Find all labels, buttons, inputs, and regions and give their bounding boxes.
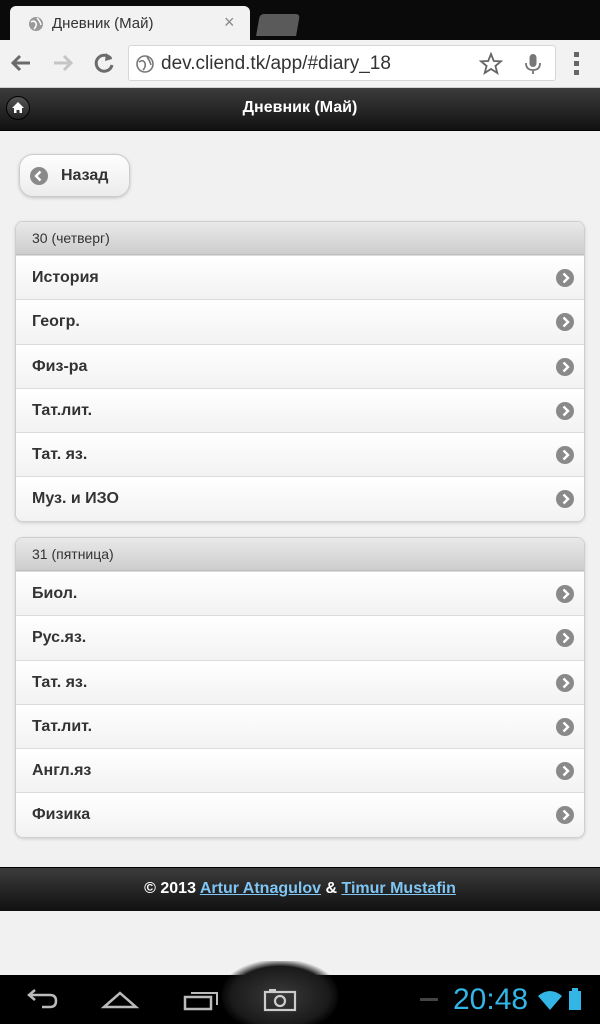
forward-arrow-icon[interactable]: [50, 50, 76, 76]
back-nav-icon[interactable]: [22, 987, 62, 1013]
tab-title: Дневник (Май): [52, 15, 154, 32]
system-nav-bar: 20:48: [0, 961, 600, 1024]
list-item[interactable]: Рус.яз.: [16, 615, 584, 660]
microphone-icon[interactable]: [521, 52, 545, 76]
camera-icon[interactable]: [260, 987, 300, 1013]
back-button[interactable]: Назад: [19, 154, 130, 197]
author-link[interactable]: Artur Atnagulov: [200, 880, 321, 897]
arrow-right-circle-icon: [556, 490, 574, 509]
list-item[interactable]: Тат. яз.: [16, 432, 584, 477]
url-text[interactable]: dev.cliend.tk/app/#diary_18: [161, 53, 391, 75]
arrow-right-circle-icon: [556, 806, 574, 825]
browser-toolbar: dev.cliend.tk/app/#diary_18: [0, 40, 600, 88]
arrow-right-circle-icon: [556, 585, 574, 603]
arrow-right-circle-icon: [556, 357, 574, 376]
day-list: 31 (пятница) Биол. Рус.яз. Тат. яз. Тат.…: [15, 537, 585, 838]
list-item[interactable]: Англ.яз: [16, 748, 584, 793]
arrow-left-circle-icon: [30, 167, 48, 185]
day-heading: 30 (четверг): [16, 222, 584, 255]
author-link[interactable]: Timur Mustafin: [341, 880, 455, 897]
globe-icon: [29, 17, 43, 31]
list-item[interactable]: Физика: [16, 792, 584, 837]
subject-label: Геогр.: [32, 313, 80, 331]
arrow-right-circle-icon: [556, 629, 574, 648]
list-item[interactable]: Муз. и ИЗО: [16, 476, 584, 521]
arrow-right-circle-icon: [556, 401, 574, 420]
subject-label: Тат. яз.: [32, 673, 88, 691]
day-heading: 31 (пятница): [16, 538, 584, 571]
arrow-right-circle-icon: [556, 673, 574, 692]
subject-label: Тат.лит.: [32, 717, 93, 735]
list-item[interactable]: Геогр.: [16, 299, 584, 344]
list-item[interactable]: Биол.: [16, 571, 584, 616]
copyright-text: © 2013: [144, 880, 196, 897]
subject-label: Англ.яз: [32, 762, 92, 780]
close-tab-icon[interactable]: ×: [224, 12, 235, 33]
reload-icon[interactable]: [91, 50, 117, 76]
recent-apps-icon[interactable]: [181, 987, 221, 1013]
page-footer: © 2013 Artur Atnagulov & Timur Mustafin: [0, 867, 600, 911]
menu-dots-icon[interactable]: [570, 51, 584, 77]
list-item[interactable]: Физ-ра: [16, 343, 584, 388]
app-header: Дневник (Май): [0, 88, 600, 131]
new-tab-button[interactable]: [256, 14, 300, 36]
notification-dash: [420, 998, 438, 1001]
subject-label: Муз. и ИЗО: [32, 490, 119, 508]
subject-label: Физика: [32, 806, 91, 824]
browser-tab-strip: Дневник (Май) ×: [0, 0, 600, 40]
address-bar[interactable]: dev.cliend.tk/app/#diary_18: [128, 45, 556, 81]
list-item[interactable]: Тат.лит.: [16, 387, 584, 433]
subject-label: История: [32, 269, 99, 286]
arrow-right-circle-icon: [556, 717, 574, 736]
arrow-right-circle-icon: [556, 269, 574, 287]
subject-label: Биол.: [32, 585, 78, 602]
back-button-label: Назад: [61, 167, 109, 184]
subject-label: Физ-ра: [32, 357, 88, 375]
list-item[interactable]: История: [16, 255, 584, 300]
page-title: Дневник (Май): [242, 99, 358, 116]
arrow-right-circle-icon: [556, 313, 574, 332]
list-item[interactable]: Тат. яз.: [16, 659, 584, 704]
subject-label: Тат.лит.: [32, 401, 93, 419]
day-list: 30 (четверг) История Геогр. Физ-ра Тат.л…: [15, 221, 585, 522]
subject-label: Рус.яз.: [32, 629, 87, 647]
list-item[interactable]: Тат.лит.: [16, 703, 584, 749]
subject-label: Тат. яз.: [32, 446, 88, 464]
arrow-right-circle-icon: [556, 446, 574, 465]
clock-text: 20:48: [453, 983, 529, 1016]
back-arrow-icon[interactable]: [8, 50, 34, 76]
browser-tab[interactable]: Дневник (Май) ×: [10, 6, 250, 40]
battery-icon: [569, 988, 581, 1010]
bookmark-star-icon[interactable]: [479, 52, 503, 76]
globe-icon: [136, 55, 154, 73]
ampersand-text: &: [325, 880, 338, 897]
arrow-right-circle-icon: [556, 762, 574, 781]
home-nav-icon[interactable]: [100, 987, 140, 1013]
wifi-icon: [538, 991, 562, 1010]
